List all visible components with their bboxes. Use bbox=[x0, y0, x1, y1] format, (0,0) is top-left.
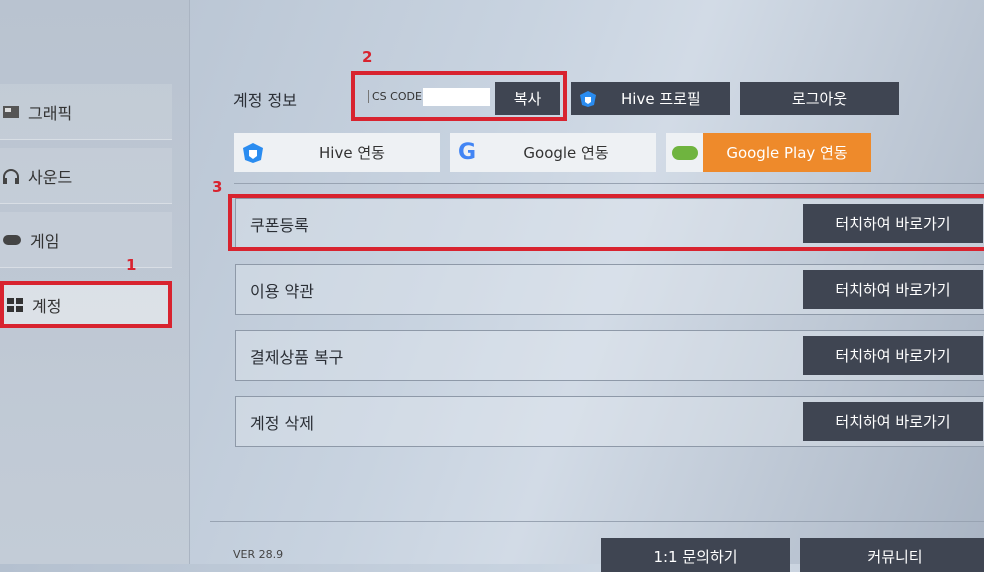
account-grid-icon bbox=[7, 297, 23, 312]
annotation-number: 3 bbox=[212, 178, 223, 196]
button-label: Google 연동 bbox=[523, 144, 609, 162]
google-g-icon: G bbox=[458, 140, 477, 165]
google-link-button[interactable]: G Google 연동 bbox=[450, 133, 656, 172]
row-label: 이용 약관 bbox=[250, 281, 314, 301]
community-button[interactable]: 커뮤니티 bbox=[800, 538, 984, 572]
image-icon bbox=[3, 105, 19, 118]
gamepad-icon bbox=[666, 133, 703, 172]
restore-go-button[interactable]: 터치하여 바로가기 bbox=[803, 336, 983, 375]
sidebar-item-graphics[interactable]: 그래픽 bbox=[0, 84, 172, 140]
inquiry-button[interactable]: 1:1 문의하기 bbox=[601, 538, 790, 572]
button-label: Hive 연동 bbox=[319, 144, 385, 162]
hive-profile-button[interactable]: Hive 프로필 bbox=[571, 82, 730, 115]
delete-go-button[interactable]: 터치하여 바로가기 bbox=[803, 402, 983, 441]
delete-account-row: 계정 삭제 터치하여 바로가기 bbox=[235, 396, 984, 447]
account-info-label: 계정 정보 bbox=[233, 91, 297, 110]
row-label: 결제상품 복구 bbox=[250, 347, 344, 367]
button-label: Hive 프로필 bbox=[621, 90, 701, 108]
sidebar-item-label: 그래픽 bbox=[28, 103, 73, 123]
version-label: VER 28.9 bbox=[233, 548, 284, 561]
sidebar-item-account[interactable]: 계정 bbox=[0, 281, 172, 328]
coupon-highlight bbox=[228, 194, 984, 251]
terms-go-button[interactable]: 터치하여 바로가기 bbox=[803, 270, 983, 309]
sidebar-item-game[interactable]: 게임 bbox=[0, 212, 172, 268]
google-play-link-button[interactable]: Google Play 연동 bbox=[666, 133, 871, 172]
divider bbox=[210, 521, 984, 522]
logout-button[interactable]: 로그아웃 bbox=[740, 82, 899, 115]
cs-code-label: CS CODE : bbox=[368, 90, 429, 103]
sidebar-item-label: 게임 bbox=[30, 231, 60, 251]
sidebar-item-sound[interactable]: 사운드 bbox=[0, 148, 172, 204]
hive-link-button[interactable]: Hive 연동 bbox=[234, 133, 440, 172]
annotation-number: 1 bbox=[126, 256, 137, 274]
gamepad-icon bbox=[3, 234, 21, 245]
copy-button[interactable]: 복사 bbox=[495, 82, 560, 115]
row-label: 계정 삭제 bbox=[250, 413, 314, 433]
hive-shield-icon bbox=[243, 142, 263, 163]
cs-code-field[interactable] bbox=[423, 88, 490, 106]
terms-row: 이용 약관 터치하여 바로가기 bbox=[235, 264, 984, 315]
sidebar-item-label: 계정 bbox=[32, 296, 62, 316]
headphones-icon bbox=[3, 168, 19, 184]
button-label: Google Play 연동 bbox=[703, 133, 871, 172]
divider bbox=[234, 183, 984, 184]
restore-purchase-row: 결제상품 복구 터치하여 바로가기 bbox=[235, 330, 984, 381]
annotation-number: 2 bbox=[362, 48, 373, 66]
hive-shield-icon bbox=[580, 90, 596, 107]
sidebar-item-label: 사운드 bbox=[28, 167, 73, 187]
